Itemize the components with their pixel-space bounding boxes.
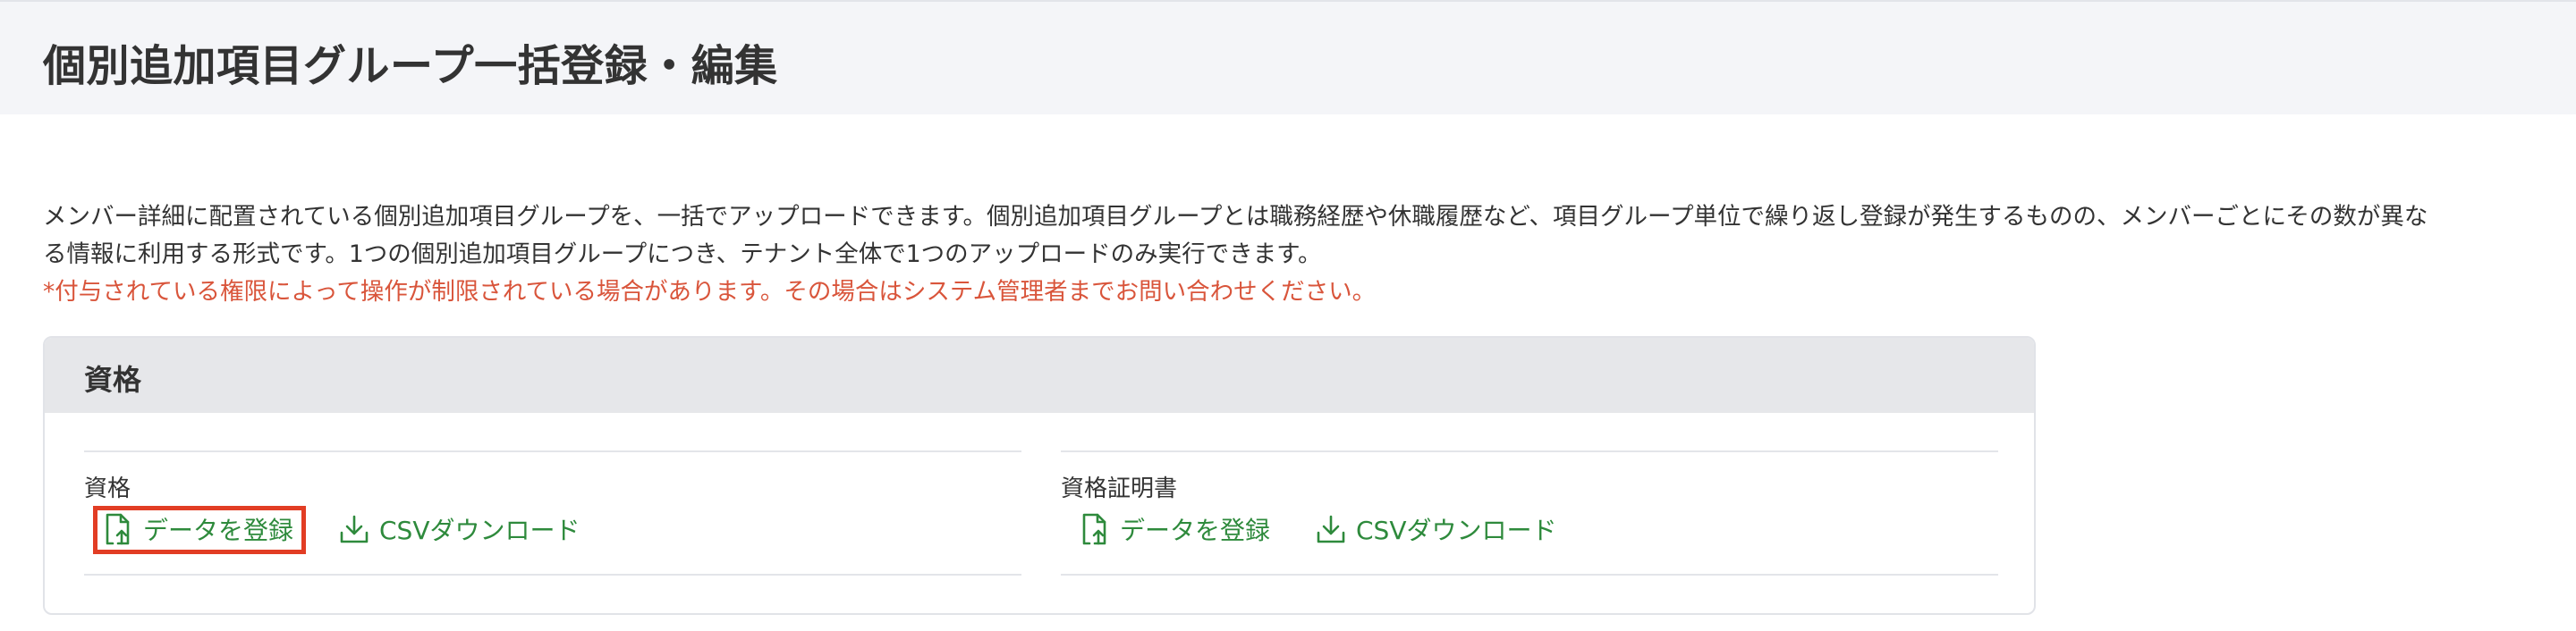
page-description: メンバー詳細に配置されている個別追加項目グループを、一括でアップロードできます。… <box>43 198 2547 311</box>
item-label: 資格 <box>84 475 131 502</box>
description-line-2: る情報に利用する形式です。1つの個別追加項目グループにつき、テナント全体で1つの… <box>43 240 1322 268</box>
permission-warning: *付与されている権限によって操作が制限されている場合があります。その場合はシステ… <box>43 278 1377 306</box>
page-header: 個別追加項目グループ一括登録・編集 <box>0 0 2576 114</box>
register-data-button[interactable]: データを登録 <box>104 508 293 551</box>
csv-download-button[interactable]: CSVダウンロード <box>1315 508 1556 551</box>
group-title: 資格 <box>84 363 142 397</box>
register-data-button[interactable]: データを登録 <box>1080 508 1270 551</box>
group-item: 資格 データを登録 CSVダウンロード <box>84 450 1021 576</box>
register-data-label: データを登録 <box>143 516 294 545</box>
register-data-label: データを登録 <box>1120 516 1271 545</box>
description-line-1: メンバー詳細に配置されている個別追加項目グループを、一括でアップロードできます。… <box>43 203 2428 231</box>
page-title: 個別追加項目グループ一括登録・編集 <box>43 41 778 91</box>
csv-download-label: CSVダウンロード <box>1356 516 1557 545</box>
group-card-header: 資格 <box>45 338 2034 413</box>
download-icon <box>340 515 369 543</box>
download-icon <box>1317 515 1345 543</box>
group-item: 資格証明書 データを登録 CSVダウンロード <box>1061 450 1998 576</box>
group-card: 資格 資格 データを登録 CSVダウンロード 資格証明書 データを登録 CSVダ… <box>43 336 2036 615</box>
file-upload-icon <box>106 513 130 545</box>
file-upload-icon <box>1082 513 1106 545</box>
csv-download-button[interactable]: CSVダウンロード <box>338 508 580 551</box>
csv-download-label: CSVダウンロード <box>379 516 580 545</box>
item-label: 資格証明書 <box>1061 475 1178 502</box>
